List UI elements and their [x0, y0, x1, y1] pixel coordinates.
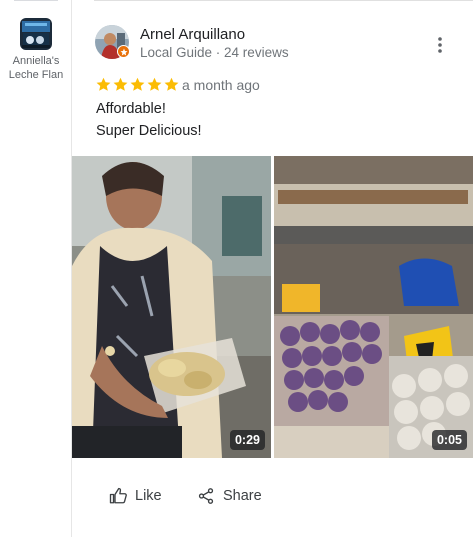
video-duration-badge: 0:29 [229, 430, 265, 450]
more-options-button[interactable] [429, 34, 451, 56]
share-label: Share [223, 488, 262, 504]
sidebar-divider [14, 0, 58, 1]
like-label: Like [135, 488, 162, 504]
star-icon [96, 77, 111, 91]
place-thumbnail[interactable] [20, 18, 52, 50]
video-duration-badge: 0:05 [431, 430, 467, 450]
like-button[interactable]: Like [109, 484, 162, 508]
review-card: Arnel Arquillano Local Guide · 24 review… [72, 0, 473, 537]
places-sidebar: Anniella's Leche Flan [0, 0, 72, 537]
star-icon [113, 77, 128, 91]
star-icon [164, 77, 179, 91]
reviewer-name[interactable]: Arnel Arquillano [140, 26, 245, 44]
thumbs-up-icon [109, 487, 127, 504]
star-icon [130, 77, 145, 91]
review-date: a month ago [182, 77, 260, 93]
review-text-line: Affordable! [96, 101, 166, 117]
local-guide-badge-icon [117, 45, 130, 58]
video-thumbnail [274, 156, 473, 458]
review-video-1[interactable]: 0:29 [72, 156, 271, 458]
card-divider [94, 0, 473, 1]
video-thumbnail [72, 156, 271, 458]
share-icon [198, 488, 214, 504]
star-icon [147, 77, 162, 91]
star-rating [95, 76, 180, 93]
share-button[interactable]: Share [197, 484, 262, 508]
place-name[interactable]: Anniella's Leche Flan [0, 54, 72, 82]
more-vertical-icon [438, 37, 442, 53]
reviewer-meta: Local Guide · 24 reviews [140, 45, 289, 60]
review-text-line: Super Delicious! [96, 123, 202, 139]
review-video-2[interactable]: 0:05 [274, 156, 473, 458]
